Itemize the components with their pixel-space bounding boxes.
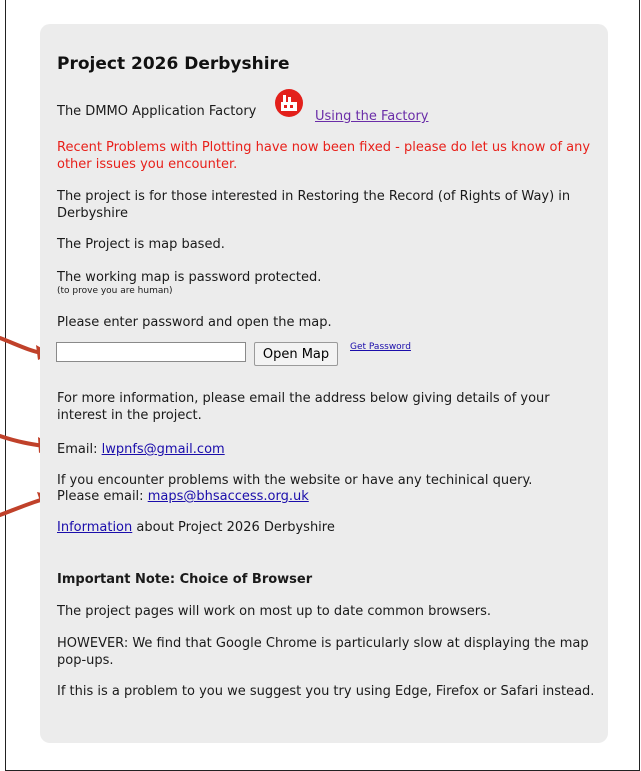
page-title: Project 2026 Derbyshire [57,54,290,74]
protected-note: (to prove you are human) [57,286,173,296]
info-suffix: about Project 2026 Derbyshire [136,520,335,535]
map-based-text: The Project is map based. [57,237,225,252]
information-link[interactable]: Information [57,520,132,535]
more-info-text: For more information, please email the a… [57,391,550,423]
open-map-button[interactable]: Open Map [254,342,338,366]
problems-text: If you encounter problems with the websi… [57,473,533,488]
content-card: Project 2026 Derbyshire The DMMO Applica… [40,24,608,743]
factory-label: The DMMO Application Factory [57,104,257,119]
info-line: Information about Project 2026 Derbyshir… [57,519,597,536]
tech-email-link[interactable]: maps@bhsaccess.org.uk [148,489,309,504]
browser-note-3: If this is a problem to you we suggest y… [57,684,595,699]
email-line: Email: lwpnfs@gmail.com [57,441,597,458]
enter-prompt: Please enter password and open the map. [57,315,332,330]
protected-text: The working map is password protected. [57,270,322,285]
email-label: Email: [57,442,98,457]
using-factory-link[interactable]: Using the Factory [315,108,428,125]
notice-text: Recent Problems with Plotting have now b… [57,140,591,172]
password-input[interactable] [56,342,246,362]
browser-note-2: HOWEVER: We find that Google Chrome is p… [57,636,589,668]
please-email-label: Please email: [57,489,144,504]
intro-text: The project is for those interested in R… [57,189,571,221]
contact-email-link[interactable]: lwpnfs@gmail.com [102,442,225,457]
get-password-link[interactable]: Get Password [350,342,411,352]
browser-note-1: The project pages will work on most up t… [57,604,491,619]
tech-email-line: Please email: maps@bhsaccess.org.uk [57,488,597,505]
important-heading: Important Note: Choice of Browser [57,572,313,587]
factory-icon[interactable] [274,88,304,118]
